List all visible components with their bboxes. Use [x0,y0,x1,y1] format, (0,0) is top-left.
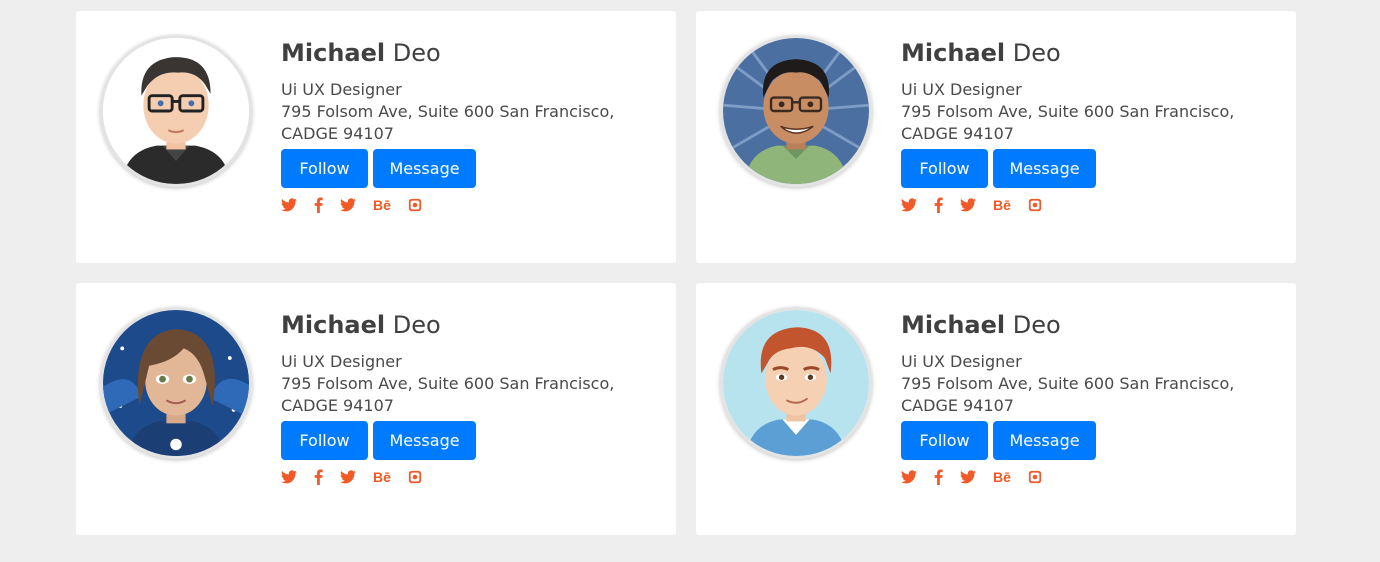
last-name: Deo [1012,311,1061,339]
twitter-icon[interactable] [340,198,356,212]
avatar[interactable] [720,35,872,187]
facebook-icon[interactable] [314,197,323,213]
facebook-icon[interactable] [934,197,943,213]
twitter-icon[interactable] [960,198,976,212]
social-links: Bē [281,468,661,486]
social-links: Bē [901,468,1281,486]
profile-role: Ui UX Designer [281,80,402,99]
profile-role: Ui UX Designer [901,80,1022,99]
facebook-icon[interactable] [314,469,323,485]
profile-actions: Follow Message [901,149,1281,188]
twitter-icon[interactable] [960,470,976,484]
avatar-glasses-man-image [103,38,249,184]
profile-name: Michael Deo [281,37,661,69]
twitter-icon[interactable] [901,198,917,212]
twitter-icon[interactable] [281,470,297,484]
last-name: Deo [1012,39,1061,67]
message-button[interactable]: Message [373,149,476,188]
twitter-icon[interactable] [901,470,917,484]
profile-actions: Follow Message [281,421,661,460]
instagram-icon[interactable] [408,470,422,484]
profile-address: 795 Folsom Ave, Suite 600 San Francisco,… [281,374,615,415]
profile-address: 795 Folsom Ave, Suite 600 San Francisco,… [281,102,615,143]
profile-role: Ui UX Designer [281,352,402,371]
profile-actions: Follow Message [901,421,1281,460]
avatar[interactable] [720,307,872,459]
profile-name: Michael Deo [901,37,1281,69]
first-name: Michael [281,39,386,67]
profile-address: 795 Folsom Ave, Suite 600 San Francisco,… [901,374,1235,415]
profile-name: Michael Deo [901,309,1281,341]
last-name: Deo [392,39,441,67]
first-name: Michael [901,311,1006,339]
message-button[interactable]: Message [993,421,1096,460]
instagram-icon[interactable] [408,198,422,212]
profile-card: Michael Deo Ui UX Designer 795 Folsom Av… [76,11,676,263]
follow-button[interactable]: Follow [901,421,988,460]
avatar-smiling-man-image [723,38,869,184]
twitter-icon[interactable] [340,470,356,484]
first-name: Michael [281,311,386,339]
profile-role: Ui UX Designer [901,352,1022,371]
behance-icon[interactable]: Bē [373,197,391,213]
profile-card: Michael Deo Ui UX Designer 795 Folsom Av… [76,283,676,535]
avatar[interactable] [100,307,252,459]
profile-info: Michael Deo Ui UX Designer 795 Folsom Av… [901,37,1281,214]
avatar-redhead-man-image [723,310,869,456]
message-button[interactable]: Message [993,149,1096,188]
profile-name: Michael Deo [281,309,661,341]
follow-button[interactable]: Follow [901,149,988,188]
profile-address: 795 Folsom Ave, Suite 600 San Francisco,… [901,102,1235,143]
profile-info: Michael Deo Ui UX Designer 795 Folsom Av… [281,309,661,486]
twitter-icon[interactable] [281,198,297,212]
follow-button[interactable]: Follow [281,149,368,188]
behance-icon[interactable]: Bē [993,469,1011,485]
profile-card: Michael Deo Ui UX Designer 795 Folsom Av… [696,283,1296,535]
profile-actions: Follow Message [281,149,661,188]
instagram-icon[interactable] [1028,198,1042,212]
profile-info: Michael Deo Ui UX Designer 795 Folsom Av… [281,37,661,214]
facebook-icon[interactable] [934,469,943,485]
last-name: Deo [392,311,441,339]
avatar-woman-image [103,310,249,456]
first-name: Michael [901,39,1006,67]
avatar[interactable] [100,35,252,187]
social-links: Bē [901,196,1281,214]
behance-icon[interactable]: Bē [993,197,1011,213]
instagram-icon[interactable] [1028,470,1042,484]
message-button[interactable]: Message [373,421,476,460]
profile-card: Michael Deo Ui UX Designer 795 Folsom Av… [696,11,1296,263]
follow-button[interactable]: Follow [281,421,368,460]
profile-info: Michael Deo Ui UX Designer 795 Folsom Av… [901,309,1281,486]
social-links: Bē [281,196,661,214]
behance-icon[interactable]: Bē [373,469,391,485]
